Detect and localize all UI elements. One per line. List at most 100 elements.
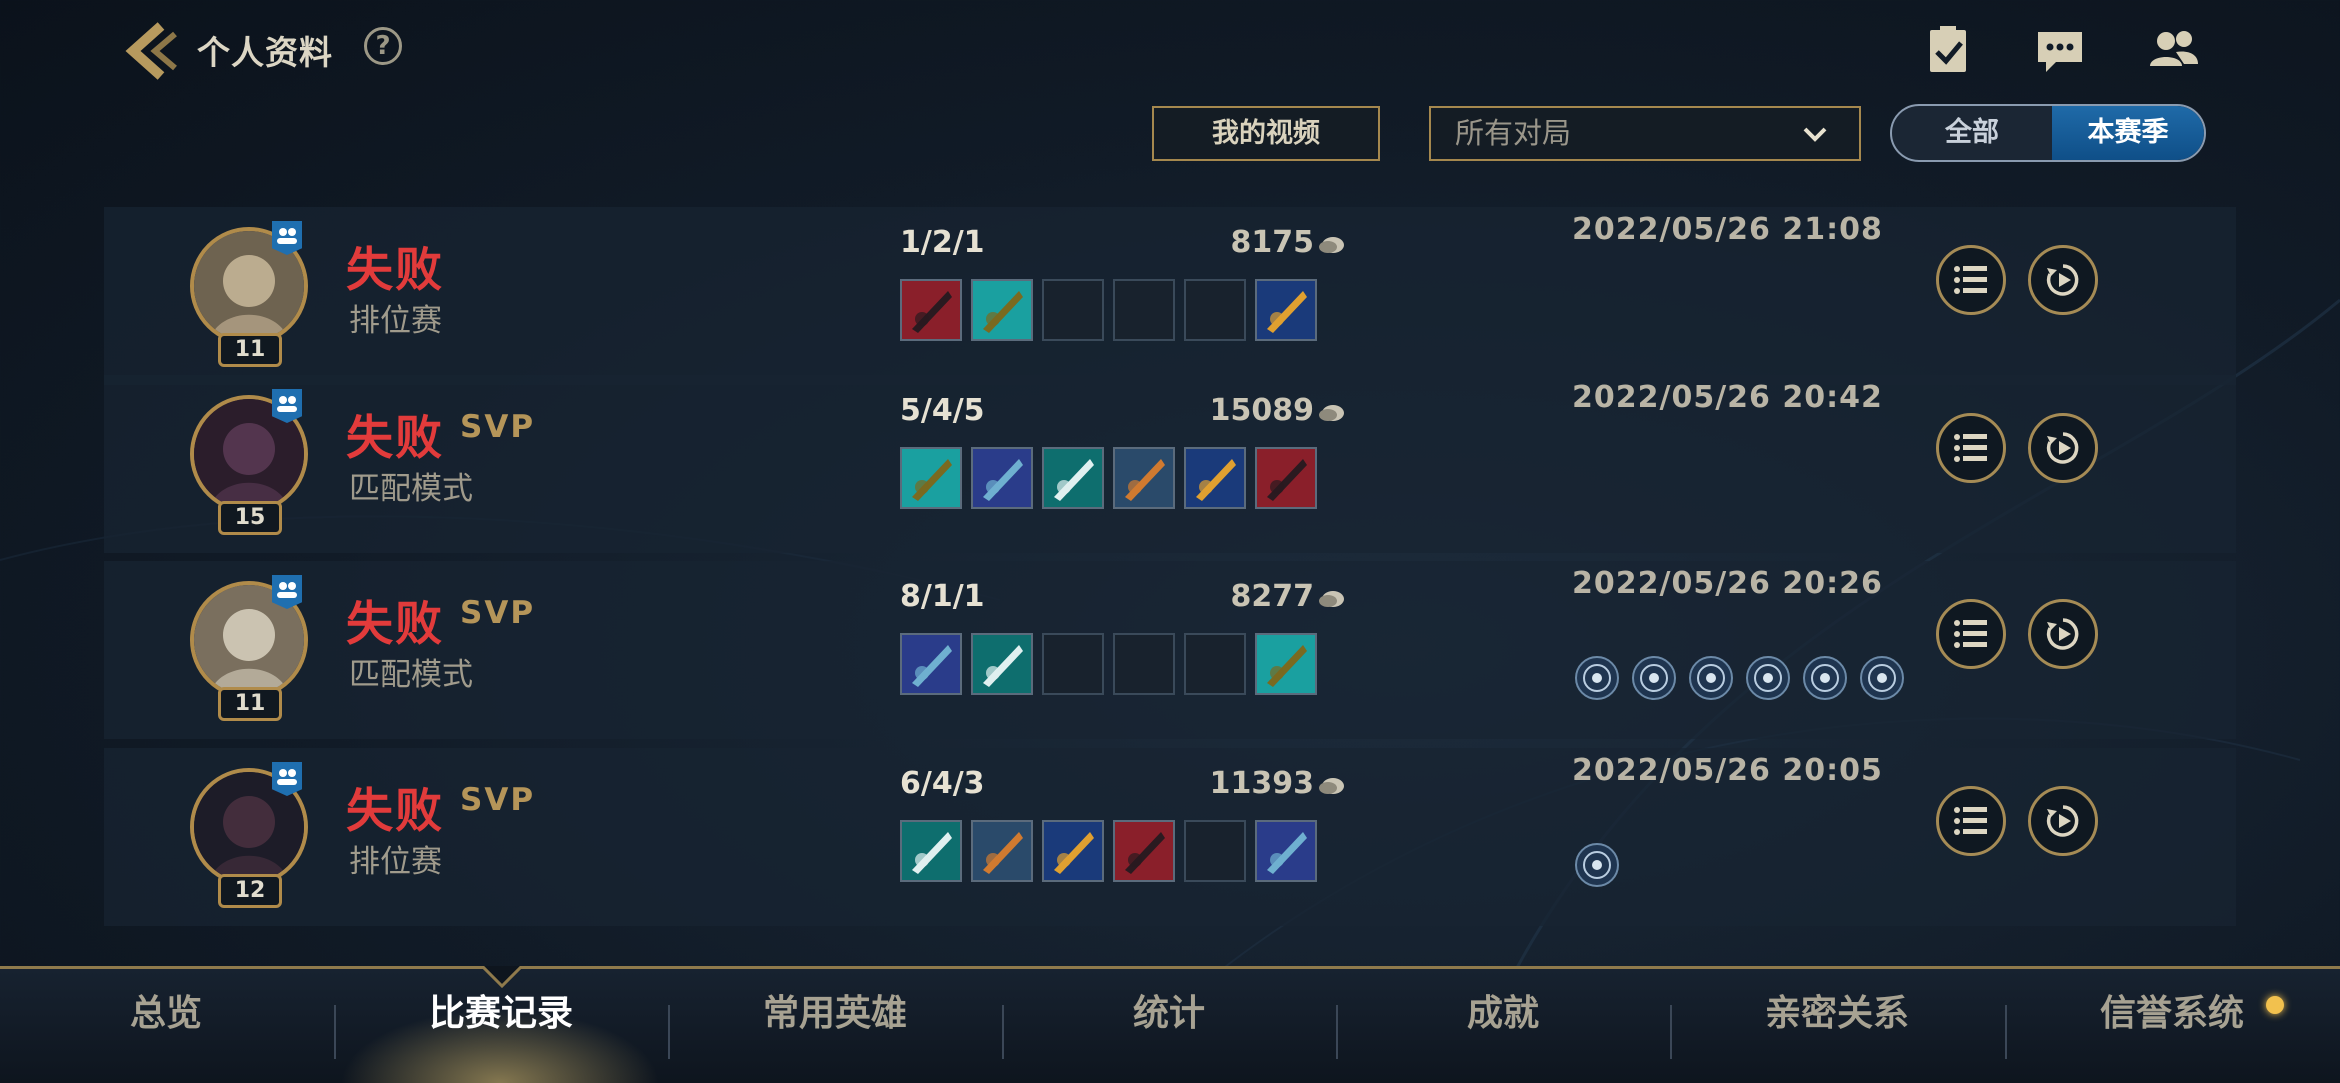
season-current-option[interactable]: 本赛季 (2052, 106, 2204, 160)
svp-badge: SVP (460, 409, 536, 445)
match-details-button[interactable] (1936, 599, 2006, 669)
nav-divider (1336, 1005, 1338, 1059)
replay-icon (2046, 264, 2079, 296)
clipboard-check-icon[interactable] (1922, 24, 1978, 76)
empty-item-slot (1184, 279, 1246, 341)
item-icon[interactable] (971, 820, 1033, 882)
list-icon (1954, 266, 1987, 294)
bottom-nav: 总览 比赛记录 常用英雄 统计 成就 亲密关系 信誉系统 (0, 966, 2340, 1083)
champion-level: 15 (218, 501, 282, 535)
match-result: 失败 (346, 243, 444, 298)
item-icon[interactable] (900, 820, 962, 882)
svp-badge: SVP (460, 782, 536, 818)
item-icon[interactable] (971, 633, 1033, 695)
match-details-button[interactable] (1936, 245, 2006, 315)
nav-tab[interactable]: 统计 (1009, 969, 1329, 1083)
gold-coin-icon (1319, 778, 1344, 794)
kda: 8/1/1 (900, 579, 985, 614)
gold-amount: 8277 (1230, 579, 1315, 614)
rune-icon (1575, 656, 1619, 700)
empty-item-slot (1113, 633, 1175, 695)
nav-tab[interactable]: 常用英雄 (675, 969, 995, 1083)
list-icon (1954, 434, 1987, 462)
replay-icon (2046, 618, 2079, 650)
chevron-down-icon (1803, 127, 1827, 142)
match-replay-button[interactable] (2028, 599, 2098, 669)
item-icon[interactable] (1255, 447, 1317, 509)
nav-divider (333, 1005, 336, 1059)
game-mode: 匹配模式 (349, 657, 473, 693)
gold-coin-icon (1319, 591, 1344, 607)
match-datetime: 2022/05/26 20:42 (1572, 380, 1883, 415)
item-icon[interactable] (1255, 820, 1317, 882)
gold-coin-icon (1319, 237, 1344, 253)
season-all-option[interactable]: 全部 (1892, 106, 2052, 160)
match-replay-button[interactable] (2028, 413, 2098, 483)
list-icon (1954, 807, 1987, 835)
item-icon[interactable] (900, 633, 962, 695)
item-icon[interactable] (900, 279, 962, 341)
replay-icon (2046, 432, 2079, 464)
game-mode: 排位赛 (349, 303, 442, 339)
nav-divider (1002, 1005, 1004, 1059)
item-icon[interactable] (1113, 447, 1175, 509)
rune-icon (1746, 656, 1790, 700)
list-icon (1954, 620, 1987, 648)
item-icon[interactable] (1255, 633, 1317, 695)
nav-tab[interactable]: 比赛记录 (341, 969, 661, 1083)
nav-divider (668, 1005, 670, 1059)
empty-item-slot (1113, 279, 1175, 341)
page-title: 个人资料 (197, 33, 333, 72)
item-icon[interactable] (1042, 447, 1104, 509)
match-replay-button[interactable] (2028, 786, 2098, 856)
match-replay-button[interactable] (2028, 245, 2098, 315)
match-datetime: 2022/05/26 20:05 (1572, 753, 1883, 788)
match-result: 失败 (346, 597, 444, 652)
party-badge-icon (272, 221, 302, 255)
nav-tab[interactable]: 亲密关系 (1677, 969, 1997, 1083)
gold-amount: 8175 (1230, 225, 1315, 260)
match-row[interactable]: 11 失败 SVP 匹配模式 8/1/1 8277 2022/05/26 20:26 (104, 561, 2236, 739)
game-filter-value: 所有对局 (1455, 116, 1572, 150)
svp-badge: SVP (460, 595, 536, 631)
item-icon[interactable] (1255, 279, 1317, 341)
game-mode: 匹配模式 (349, 471, 473, 507)
help-icon[interactable]: ? (364, 27, 402, 65)
party-badge-icon (272, 389, 302, 423)
friends-icon[interactable] (2146, 24, 2202, 76)
game-mode: 排位赛 (349, 844, 442, 880)
match-result: 失败 (346, 784, 444, 839)
chat-icon[interactable] (2032, 24, 2088, 76)
item-icon[interactable] (1042, 820, 1104, 882)
match-details-button[interactable] (1936, 413, 2006, 483)
nav-tab[interactable]: 成就 (1343, 969, 1663, 1083)
nav-tab[interactable]: 信誉系统 (2012, 969, 2332, 1083)
notification-dot (2266, 996, 2284, 1014)
match-row[interactable]: 15 失败 SVP 匹配模式 5/4/5 15089 2022/05/26 20:42 (104, 375, 2236, 553)
item-icon[interactable] (971, 447, 1033, 509)
rune-icon (1860, 656, 1904, 700)
season-toggle[interactable]: 全部 本赛季 (1890, 104, 2206, 162)
match-datetime: 2022/05/26 20:26 (1572, 566, 1883, 601)
my-videos-button[interactable]: 我的视频 (1152, 106, 1380, 161)
item-icon[interactable] (1113, 820, 1175, 882)
kda: 1/2/1 (900, 225, 985, 260)
item-icon[interactable] (1184, 447, 1246, 509)
party-badge-icon (272, 575, 302, 609)
item-icon[interactable] (971, 279, 1033, 341)
game-filter-select[interactable]: 所有对局 (1429, 106, 1861, 161)
champion-level: 11 (218, 333, 282, 367)
nav-divider (2004, 1005, 2007, 1059)
rune-icon (1803, 656, 1847, 700)
rune-icon (1632, 656, 1676, 700)
nav-tab[interactable]: 总览 (6, 969, 326, 1083)
empty-item-slot (1184, 633, 1246, 695)
match-row[interactable]: 12 失败 SVP 排位赛 6/4/3 11393 2022/05/26 20:05 (104, 748, 2236, 926)
item-icon[interactable] (900, 447, 962, 509)
champion-level: 12 (218, 874, 282, 908)
kda: 6/4/3 (900, 766, 985, 801)
champion-level: 11 (218, 687, 282, 721)
back-chevron-icon[interactable] (125, 22, 185, 80)
match-row[interactable]: 11 失败 排位赛 1/2/1 8175 2022/05/26 21:08 (104, 207, 2236, 385)
match-details-button[interactable] (1936, 786, 2006, 856)
